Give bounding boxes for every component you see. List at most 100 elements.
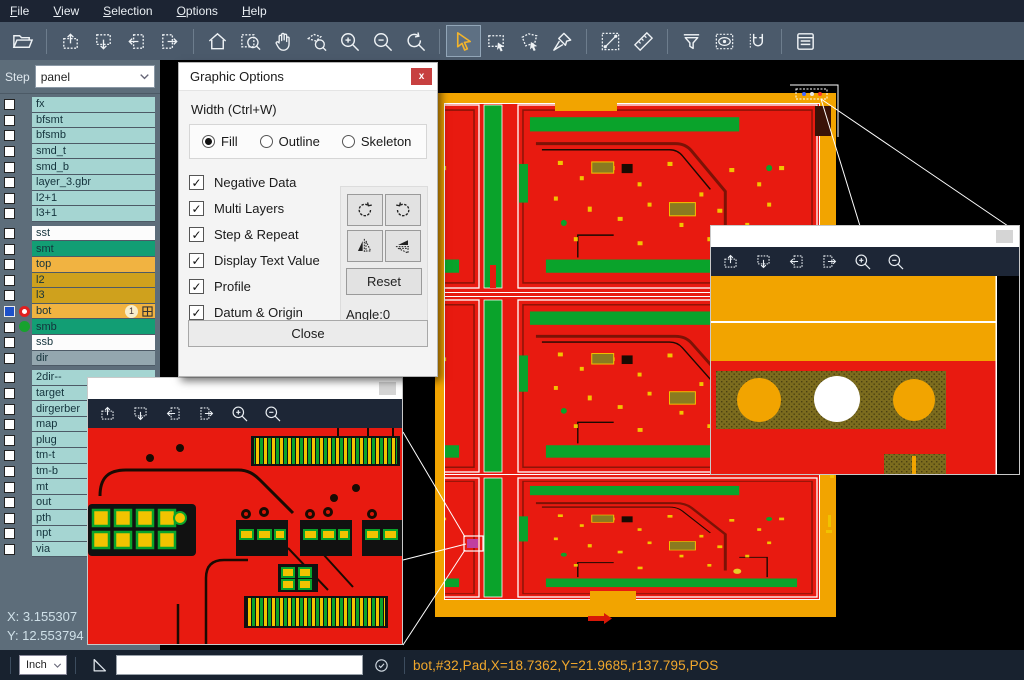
- zoom-window-button[interactable]: [234, 26, 267, 56]
- open-folder-button[interactable]: [6, 26, 39, 56]
- select-arrow-button[interactable]: [447, 26, 480, 56]
- pan-right-icon[interactable]: [197, 404, 216, 423]
- snap-magnet-button[interactable]: [741, 26, 774, 56]
- view-options-button[interactable]: [708, 26, 741, 56]
- layer-label-bar[interactable]: l3+1: [32, 206, 155, 222]
- layer-checkbox[interactable]: [4, 353, 15, 364]
- layer-checkbox[interactable]: [4, 482, 15, 493]
- menu-options[interactable]: Options: [177, 4, 218, 18]
- layer-label-bar[interactable]: bfsmt: [32, 113, 155, 129]
- layer-checkbox[interactable]: [4, 208, 15, 219]
- layer-checkbox[interactable]: [4, 466, 15, 477]
- radio-outline[interactable]: [260, 135, 273, 148]
- dialog-title-bar[interactable]: Graphic Options x: [179, 63, 437, 91]
- zoom-in-button[interactable]: [333, 26, 366, 56]
- dialog-checkbox-multi-layers[interactable]: ✓Multi Layers: [189, 195, 349, 221]
- layer-label-bar[interactable]: smb: [32, 319, 155, 335]
- layer-checkbox[interactable]: [4, 193, 15, 204]
- layer-row-fx[interactable]: fx: [0, 97, 160, 113]
- layer-label-bar[interactable]: dir: [32, 351, 155, 367]
- checkbox[interactable]: ✓: [189, 253, 204, 268]
- menu-selection[interactable]: Selection: [103, 4, 152, 18]
- popup-title-bar[interactable]: [88, 378, 402, 399]
- layer-row-bfsmb[interactable]: bfsmb: [0, 128, 160, 144]
- pan-left-icon[interactable]: [164, 404, 183, 423]
- rotate-cw-button[interactable]: [347, 194, 383, 226]
- dialog-checkbox-negative-data[interactable]: ✓Negative Data: [189, 169, 349, 195]
- layer-row-ssb[interactable]: ssb: [0, 335, 160, 351]
- layer-row-layer_3.gbr[interactable]: layer_3.gbr: [0, 175, 160, 191]
- layer-row-l3+1[interactable]: l3+1: [0, 206, 160, 222]
- layer-label-bar[interactable]: bfsmb: [32, 128, 155, 144]
- layer-label-bar[interactable]: smd_b: [32, 159, 155, 175]
- dialog-checkbox-profile[interactable]: ✓Profile: [189, 273, 349, 299]
- radio-option-skeleton[interactable]: Skeleton: [342, 134, 412, 149]
- layer-row-top[interactable]: top: [0, 257, 160, 273]
- layer-checkbox[interactable]: [4, 146, 15, 157]
- pan-right-icon[interactable]: [820, 252, 839, 271]
- zoom-content-traces[interactable]: [88, 428, 402, 644]
- layer-label-bar[interactable]: l2: [32, 273, 155, 289]
- layer-checkbox[interactable]: [4, 528, 15, 539]
- layer-checkbox[interactable]: [4, 99, 15, 110]
- menu-file[interactable]: File: [10, 4, 29, 18]
- select-poly-button[interactable]: [513, 26, 546, 56]
- zoom-content-pads[interactable]: [711, 276, 1019, 474]
- layer-label-bar[interactable]: l3: [32, 288, 155, 304]
- layer-row-bot[interactable]: bot1: [0, 304, 160, 320]
- ruler-button[interactable]: [627, 26, 660, 56]
- corner-tool-icon[interactable]: [90, 655, 110, 675]
- layer-row-l3[interactable]: l3: [0, 288, 160, 304]
- layer-row-sst[interactable]: sst: [0, 226, 160, 242]
- layer-label-bar[interactable]: sst: [32, 226, 155, 242]
- layer-checkbox[interactable]: [4, 290, 15, 301]
- pan-view-left-button[interactable]: [120, 26, 153, 56]
- radio-skeleton[interactable]: [342, 135, 355, 148]
- radio-option-fill[interactable]: Fill: [202, 134, 238, 149]
- layer-row-l2[interactable]: l2: [0, 273, 160, 289]
- pan-up-icon[interactable]: [98, 404, 117, 423]
- rotate-ccw-button[interactable]: [385, 194, 421, 226]
- layer-row-smt[interactable]: smt: [0, 241, 160, 257]
- layer-label-bar[interactable]: top: [32, 257, 155, 273]
- layer-label-bar[interactable]: layer_3.gbr: [32, 175, 155, 191]
- layer-row-smd_t[interactable]: smd_t: [0, 144, 160, 160]
- pan-down-icon[interactable]: [131, 404, 150, 423]
- layer-checkbox[interactable]: [4, 275, 15, 286]
- step-select[interactable]: panel: [35, 65, 155, 88]
- home-view-button[interactable]: [201, 26, 234, 56]
- filter-button[interactable]: [675, 26, 708, 56]
- zoom-in-icon[interactable]: [230, 404, 249, 423]
- popup-window-button[interactable]: [379, 382, 396, 395]
- pan-up-icon[interactable]: [721, 252, 740, 271]
- layer-checkbox[interactable]: [4, 306, 15, 317]
- layer-label-bar[interactable]: l2+1: [32, 191, 155, 207]
- layer-checkbox[interactable]: [4, 322, 15, 333]
- layer-checkbox[interactable]: [4, 435, 15, 446]
- mirror-vertical-button[interactable]: [385, 230, 421, 262]
- layer-checkbox[interactable]: [4, 513, 15, 524]
- pan-hand-button[interactable]: [267, 26, 300, 56]
- units-select[interactable]: Inch: [19, 655, 67, 675]
- close-button[interactable]: Close: [188, 320, 428, 347]
- popup-title-bar[interactable]: [711, 226, 1019, 247]
- popup-window-button[interactable]: [996, 230, 1013, 243]
- layer-label-bar[interactable]: ssb: [32, 335, 155, 351]
- radio-fill[interactable]: [202, 135, 215, 148]
- zoom-previous-button[interactable]: [399, 26, 432, 56]
- checkbox[interactable]: ✓: [189, 305, 204, 320]
- layer-label-bar[interactable]: bot1: [32, 304, 155, 320]
- measure-distance-button[interactable]: [594, 26, 627, 56]
- layers-panel-button[interactable]: [789, 26, 822, 56]
- layer-checkbox[interactable]: [4, 244, 15, 255]
- layer-label-bar[interactable]: smt: [32, 241, 155, 257]
- checkbox[interactable]: ✓: [189, 227, 204, 242]
- layer-checkbox[interactable]: [4, 130, 15, 141]
- layer-checkbox[interactable]: [4, 404, 15, 415]
- grid-icon[interactable]: [142, 306, 153, 317]
- layer-checkbox[interactable]: [4, 228, 15, 239]
- layer-row-l2+1[interactable]: l2+1: [0, 191, 160, 207]
- layer-row-smd_b[interactable]: smd_b: [0, 159, 160, 175]
- layer-label-bar[interactable]: smd_t: [32, 144, 155, 160]
- checkbox[interactable]: ✓: [189, 279, 204, 294]
